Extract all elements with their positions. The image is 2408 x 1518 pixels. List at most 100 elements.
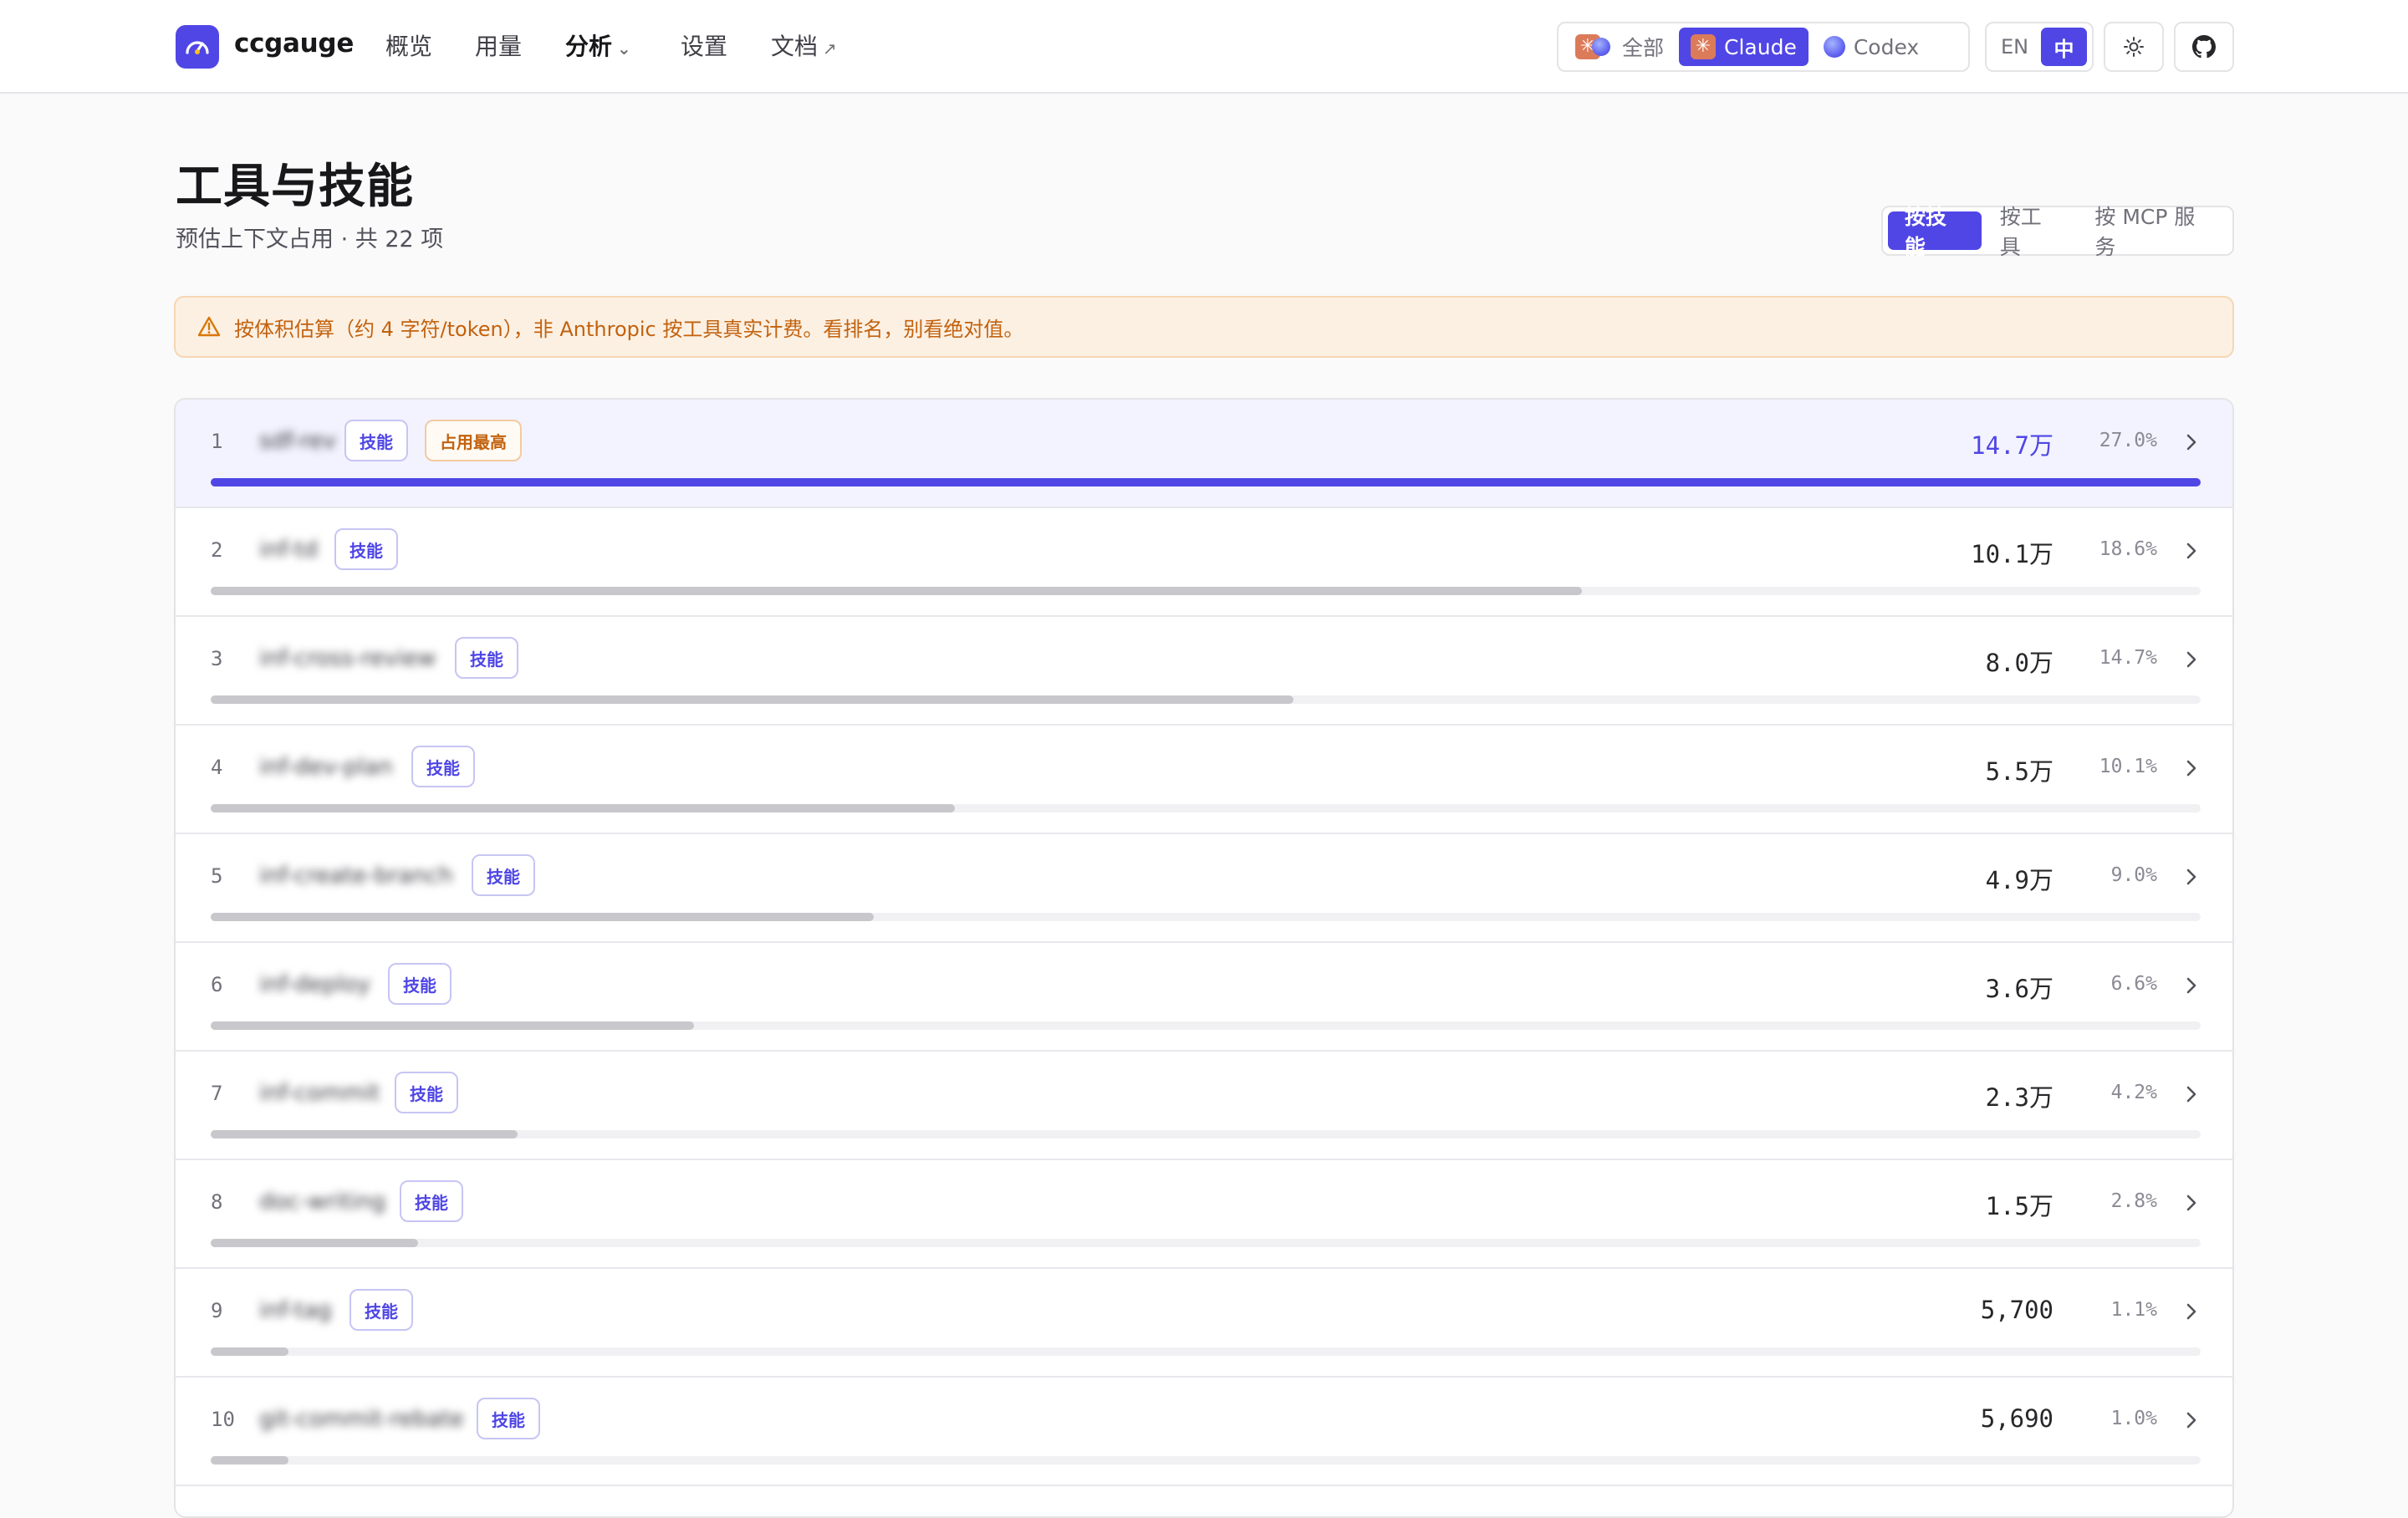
list-item[interactable]: 9 inf-tag 技能 5,700 1.1%	[176, 1269, 2232, 1378]
token-value: 4.9万	[1985, 866, 2053, 894]
provider-codex-button[interactable]: Codex	[1812, 28, 1931, 66]
usage-bar-fill	[211, 1347, 288, 1356]
share-percent: 18.6%	[2099, 538, 2157, 560]
list-item[interactable]: 5 inf-create-branch 技能 4.9万 9.0%	[176, 834, 2232, 943]
type-badge: 技能	[388, 963, 452, 1005]
chevron-right-icon[interactable]	[2182, 1192, 2201, 1214]
list-item[interactable]: 4 inf-dev-plan 技能 5.5万 10.1%	[176, 726, 2232, 834]
skill-name: inf-create-branch	[259, 863, 453, 889]
usage-bar-track	[211, 1021, 2201, 1030]
theme-toggle-button[interactable]	[2104, 22, 2164, 72]
chevron-right-icon[interactable]	[2182, 866, 2201, 888]
type-badge: 技能	[334, 528, 398, 570]
usage-bar-fill	[211, 478, 2201, 486]
token-value: 14.7万	[1971, 431, 2053, 460]
skill-name: doc-writing	[259, 1189, 386, 1215]
usage-bar-fill	[211, 804, 956, 812]
provider-all-button[interactable]: ✳ 全部	[1564, 28, 1676, 66]
rank-number: 10	[211, 1408, 235, 1431]
rank-number: 9	[211, 1299, 223, 1322]
provider-claude-label: Claude	[1724, 34, 1797, 59]
rank-number: 5	[211, 864, 223, 888]
nav-settings[interactable]: 设置	[681, 28, 727, 62]
chevron-right-icon[interactable]	[2182, 649, 2201, 670]
token-value: 5.5万	[1985, 757, 2053, 786]
usage-bar-track	[211, 804, 2201, 812]
nav-docs[interactable]: 文档 ↗	[771, 28, 837, 62]
provider-switcher: ✳ 全部 ✳ Claude Codex	[1557, 22, 1970, 72]
provider-all-label: 全部	[1622, 36, 1665, 60]
chevron-right-icon[interactable]	[2182, 1409, 2201, 1431]
top-navbar: ccgauge 概览 用量 分析 ⌄ 设置 文档 ↗ ✳ 全部 ✳ Claude C…	[0, 0, 2408, 94]
token-value: 5,700	[1980, 1296, 2053, 1324]
skill-name: sdf-rev	[259, 428, 337, 454]
share-percent: 14.7%	[2099, 647, 2157, 669]
type-badge: 技能	[400, 1180, 463, 1222]
tab-by-mcp-service[interactable]: 按 MCP 服务	[2078, 205, 2227, 259]
logo-gauge-icon[interactable]	[176, 25, 219, 69]
nav-usage[interactable]: 用量	[475, 28, 522, 62]
claude-icon: ✳	[1691, 34, 1717, 59]
chevron-right-icon[interactable]	[2182, 431, 2201, 453]
type-badge: 技能	[344, 420, 408, 461]
rank-number: 6	[211, 973, 223, 996]
rank-number: 8	[211, 1190, 223, 1214]
list-item[interactable]: 2 inf-td 技能 10.1万 18.6%	[176, 508, 2232, 617]
type-badge: 技能	[395, 1072, 458, 1113]
view-mode-tabs: 按技能 按工具 按 MCP 服务	[1881, 205, 2234, 259]
usage-bar-fill	[211, 587, 1582, 595]
nav-analysis[interactable]: 分析 ⌄	[565, 28, 631, 62]
lang-zh-button[interactable]: 中	[2041, 28, 2087, 66]
usage-bar-fill	[211, 1456, 288, 1465]
brand-name[interactable]: ccgauge	[234, 28, 354, 59]
token-value: 8.0万	[1985, 649, 2053, 677]
claude-codex-icon: ✳	[1575, 34, 1614, 59]
skill-name: inf-td	[259, 537, 319, 563]
estimate-warning-banner: 按体积估算（约 4 字符/token），非 Anthropic 按工具真实计费。…	[174, 296, 2234, 358]
top-usage-badge: 占用最高	[425, 420, 522, 461]
share-percent: 1.1%	[2110, 1299, 2157, 1321]
page-subtitle: 预估上下文占用 · 共 22 项	[176, 227, 444, 252]
share-percent: 10.1%	[2099, 756, 2157, 777]
chevron-right-icon[interactable]	[2182, 975, 2201, 996]
usage-bar-track	[211, 695, 2201, 704]
chevron-right-icon[interactable]	[2182, 1083, 2201, 1105]
chevron-down-icon: ⌄	[617, 38, 631, 59]
skill-name: inf-dev-plan	[259, 754, 393, 780]
codex-icon	[1823, 36, 1845, 58]
share-percent: 4.2%	[2110, 1082, 2157, 1103]
rank-number: 4	[211, 756, 223, 779]
list-item[interactable]: 7 inf-commit 技能 2.3万 4.2%	[176, 1052, 2232, 1160]
page-title: 工具与技能	[176, 160, 414, 214]
chevron-right-icon[interactable]	[2182, 540, 2201, 562]
type-badge: 技能	[472, 854, 535, 896]
rank-number: 2	[211, 538, 223, 562]
share-percent: 9.0%	[2110, 864, 2157, 886]
list-item[interactable]: 1 sdf-rev 技能 占用最高 14.7万 27.0%	[176, 400, 2232, 508]
usage-bar-fill	[211, 1239, 418, 1247]
rank-number: 1	[211, 430, 223, 453]
token-value: 3.6万	[1985, 975, 2053, 1003]
list-item[interactable]: 10 git-commit-rebate 技能 5,690 1.0%	[176, 1378, 2232, 1486]
chevron-right-icon[interactable]	[2182, 1301, 2201, 1322]
github-button[interactable]	[2174, 22, 2234, 72]
list-item[interactable]: 8 doc-writing 技能 1.5万 2.8%	[176, 1160, 2232, 1269]
lang-en-button[interactable]: EN	[1992, 28, 2038, 66]
nav-overview[interactable]: 概览	[385, 28, 432, 62]
usage-bar-track	[211, 1456, 2201, 1465]
type-badge: 技能	[455, 637, 518, 679]
tab-by-tool[interactable]: 按工具	[1983, 205, 2077, 259]
language-switcher: EN 中	[1985, 22, 2094, 72]
chevron-right-icon[interactable]	[2182, 757, 2201, 779]
usage-bar-track	[211, 587, 2201, 595]
provider-claude-button[interactable]: ✳ Claude	[1679, 28, 1809, 66]
list-item[interactable]: 3 inf-cross-review 技能 8.0万 14.7%	[176, 617, 2232, 726]
usage-bar-fill	[211, 913, 874, 921]
skill-name: inf-deploy	[259, 971, 371, 997]
tab-by-skill[interactable]: 按技能	[1888, 205, 1982, 259]
external-link-icon: ↗	[823, 38, 837, 59]
usage-bar-fill	[211, 1021, 695, 1030]
skill-name: inf-tag	[259, 1297, 332, 1323]
skills-ranking-list: 1 sdf-rev 技能 占用最高 14.7万 27.0% 2 inf-td 技能 10.1万 18…	[174, 398, 2234, 1518]
list-item[interactable]: 6 inf-deploy 技能 3.6万 6.6%	[176, 943, 2232, 1052]
